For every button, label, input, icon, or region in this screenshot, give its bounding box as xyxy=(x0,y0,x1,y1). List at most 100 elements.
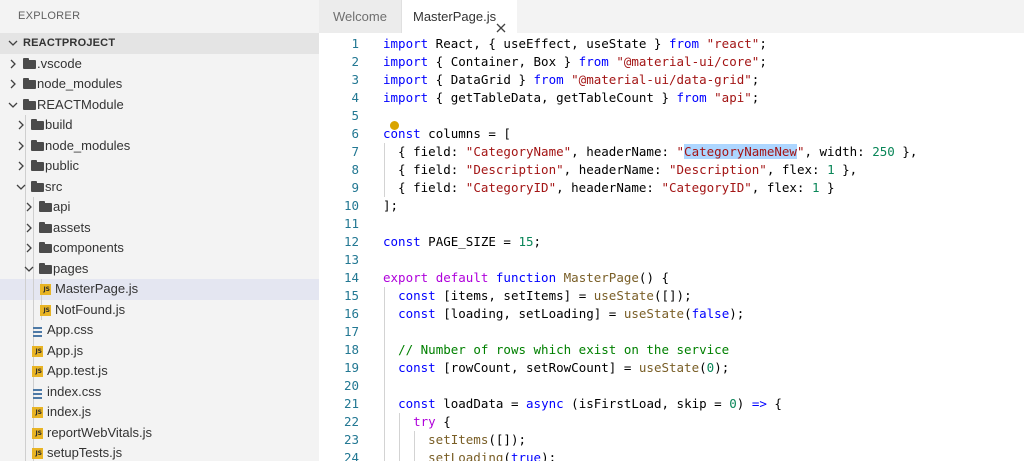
code-line[interactable]: 12 const PAGE_SIZE = 15; xyxy=(319,233,1024,251)
code-token: ]; xyxy=(383,198,399,213)
code-token: { field: xyxy=(383,144,466,159)
code-token: "Description" xyxy=(669,162,767,177)
code-token: export xyxy=(383,270,429,285)
code-text: { field: "Description", headerName: "Des… xyxy=(383,161,857,179)
code-text: import { getTableData, getTableCount } f… xyxy=(383,89,759,107)
tree-item-index-css[interactable]: index.css xyxy=(0,381,319,402)
tree-item-reportwebvitals-js[interactable]: JS reportWebVitals.js xyxy=(0,422,319,443)
tab-masterpage[interactable]: MasterPage.js xyxy=(402,0,517,33)
tree-item-app-test-js[interactable]: JS App.test.js xyxy=(0,361,319,382)
code-token: , flex: xyxy=(766,162,828,177)
javascript-file-icon: JS xyxy=(32,366,43,377)
tree-item-build[interactable]: build xyxy=(0,115,319,136)
code-editor[interactable]: 1 import React, { useEffect, useState } f… xyxy=(319,33,1024,461)
code-line[interactable]: 15 const [items, setItems] = useState([]… xyxy=(319,287,1024,305)
tree-item-label: App.test.js xyxy=(47,363,108,378)
code-text: const loadData = async (isFirstLoad, ski… xyxy=(383,395,782,413)
code-line[interactable]: 10]; xyxy=(319,197,1024,215)
code-line[interactable]: 21 const loadData = async (isFirstLoad, … xyxy=(319,395,1024,413)
javascript-file-icon: JS xyxy=(40,284,51,295)
tree-item-node-modules[interactable]: node_modules xyxy=(0,135,319,156)
tree-item-node-modules[interactable]: node_modules xyxy=(0,74,319,95)
code-line[interactable]: 1 import React, { useEffect, useState } f… xyxy=(319,35,1024,53)
indent-guide xyxy=(25,320,26,341)
tree-item-reactmodule[interactable]: REACTModule xyxy=(0,95,319,116)
folder-icon xyxy=(39,262,52,274)
css-file-icon xyxy=(32,324,43,337)
indent-guide xyxy=(384,143,385,197)
code-line[interactable]: 13 xyxy=(319,251,1024,269)
code-line[interactable]: 16 const [loading, setLoading] = useStat… xyxy=(319,305,1024,323)
code-line[interactable]: 19 const [rowCount, setRowCount] = useSt… xyxy=(319,359,1024,377)
folder-icon xyxy=(23,78,36,89)
tree-item-label: api xyxy=(53,199,71,214)
tree-item-label: App.css xyxy=(47,322,94,337)
code-line[interactable]: 7 { field: "CategoryName", headerName: "… xyxy=(319,143,1024,161)
explorer-section-reactproject[interactable]: REACTPROJECT xyxy=(0,33,319,54)
tree-item-vscode[interactable]: .vscode xyxy=(0,54,319,75)
tree-item-public[interactable]: public xyxy=(0,156,319,177)
tree-item-label: MasterPage.js xyxy=(55,281,139,296)
code-token: ; xyxy=(533,234,542,249)
line-number: 22 xyxy=(343,414,359,429)
tree-item-notfound-js[interactable]: JS NotFound.js xyxy=(0,299,319,320)
tree-item-api[interactable]: api xyxy=(0,197,319,218)
chevron-right-icon xyxy=(7,74,19,95)
close-icon[interactable] xyxy=(496,12,506,33)
code-token: "api" xyxy=(714,90,752,105)
code-line[interactable]: 2 import { Container, Box } from "@materi… xyxy=(319,53,1024,71)
line-number: 16 xyxy=(343,306,359,321)
code-line[interactable]: 14 export default function MasterPage() { xyxy=(319,269,1024,287)
code-text: import { DataGrid } from "@material-ui/d… xyxy=(383,71,759,89)
code-line[interactable]: 20 xyxy=(319,377,1024,395)
tree-item-label: setupTests.js xyxy=(47,445,123,460)
tree-item-app-css[interactable]: App.css xyxy=(0,320,319,341)
line-number: 5 xyxy=(351,108,359,123)
code-token: from xyxy=(578,54,609,69)
code-token: { xyxy=(766,396,782,411)
code-line[interactable]: 11 xyxy=(319,215,1024,233)
indent-guide xyxy=(25,279,26,300)
tab-welcome[interactable]: Welcome xyxy=(319,0,402,33)
tree-item-assets[interactable]: assets xyxy=(0,217,319,238)
code-line[interactable]: 22 try { xyxy=(319,413,1024,431)
code-token: 1 xyxy=(812,180,820,195)
code-line[interactable]: 4 import { getTableData, getTableCount } … xyxy=(319,89,1024,107)
code-token: ; xyxy=(759,54,767,69)
code-token: ) xyxy=(736,396,752,411)
code-line[interactable]: 17 xyxy=(319,323,1024,341)
tree-item-masterpage-js[interactable]: JS MasterPage.js xyxy=(0,279,319,300)
folder-icon xyxy=(23,98,36,110)
tree-item-components[interactable]: components xyxy=(0,238,319,259)
tree-item-label: public xyxy=(45,158,79,173)
code-text: const [items, setItems] = useState([]); xyxy=(383,287,692,305)
line-number: 11 xyxy=(343,216,359,231)
line-number: 19 xyxy=(343,360,359,375)
chevron-right-icon xyxy=(15,156,27,177)
line-number: 23 xyxy=(343,432,359,447)
code-line[interactable]: 23 setItems([]); xyxy=(319,431,1024,449)
tree-item-pages[interactable]: pages xyxy=(0,258,319,279)
code-line[interactable]: 6 const columns = [ xyxy=(319,125,1024,143)
code-line[interactable]: 3 import { DataGrid } from "@material-ui/… xyxy=(319,71,1024,89)
code-line[interactable]: 9 { field: "CategoryID", headerName: "Ca… xyxy=(319,179,1024,197)
tree-item-src[interactable]: src xyxy=(0,176,319,197)
code-text: export default function MasterPage() { xyxy=(383,269,669,287)
tree-item-app-js[interactable]: JS App.js xyxy=(0,340,319,361)
tree-item-label: index.css xyxy=(47,383,102,399)
code-line[interactable]: 8 { field: "Description", headerName: "D… xyxy=(319,161,1024,179)
indent-guide xyxy=(399,413,401,461)
code-line[interactable]: 5 xyxy=(319,107,1024,125)
tree-item-index-js[interactable]: JS index.js xyxy=(0,402,319,423)
code-line[interactable]: 24 setLoading(true); xyxy=(319,449,1024,461)
code-line[interactable]: 18 // Number of rows which exist on the … xyxy=(319,341,1024,359)
tree-item-label: App.js xyxy=(47,342,84,358)
tree-item-label: build xyxy=(45,117,73,132)
code-token: , width: xyxy=(804,144,873,159)
indent-guide xyxy=(25,443,26,461)
folder-icon xyxy=(31,160,44,171)
code-token: from xyxy=(668,36,700,51)
code-text: const columns = [ xyxy=(383,125,511,143)
tree-item-setuptests-js[interactable]: JS setupTests.js xyxy=(0,443,319,461)
